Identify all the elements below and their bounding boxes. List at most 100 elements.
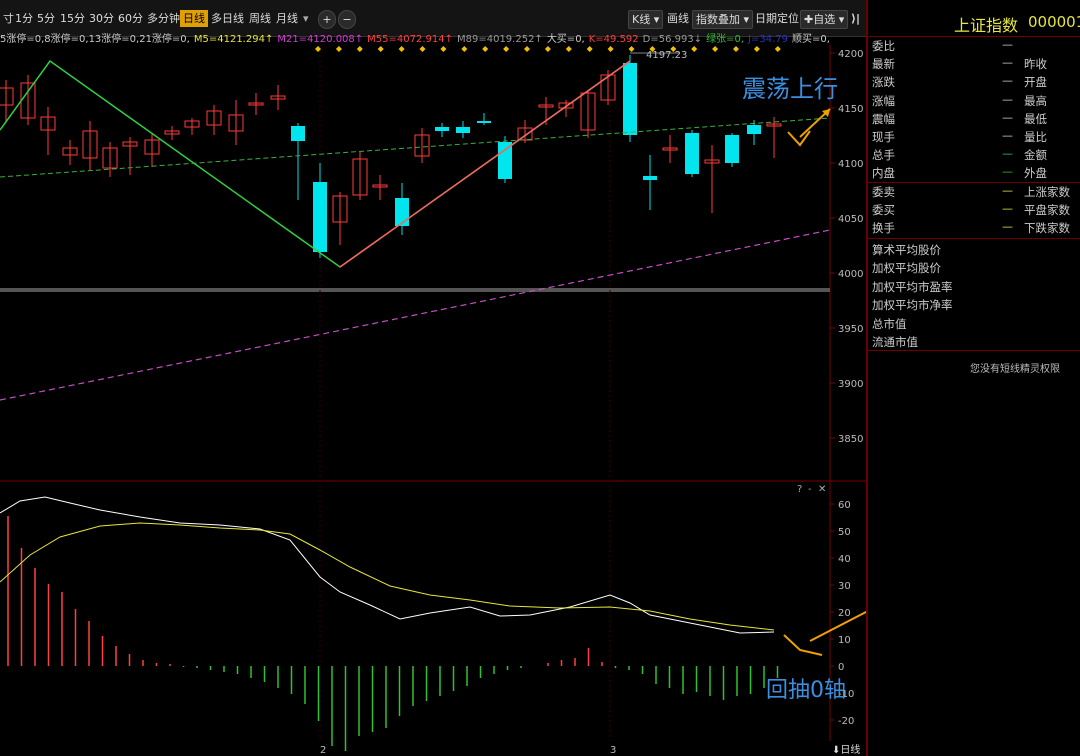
kline-menu-button[interactable]: K线 ▾ [628,10,664,29]
period-1min[interactable]: 1分 [12,10,36,27]
arrow-icon [783,610,866,656]
indicator-value: 5涨停=0,8涨停=0,13涨停=0,21涨停=0, [0,34,190,45]
candle-body [643,176,657,180]
chevron-down-icon[interactable]: ▾ [300,10,312,27]
period-multi-day[interactable]: 多日线 [208,10,247,27]
dea-line [0,522,775,631]
quote-label: 委比 [872,39,895,53]
signal-diamond [565,46,572,52]
period-5min[interactable]: 5分 [34,10,58,27]
signal-diamond [524,46,530,52]
bottom-period-label[interactable]: ⬇日线 [832,743,860,756]
market-stat-label: 总市值 [872,316,907,331]
arrow-icon [787,108,831,147]
zigzag-up-line [339,60,631,268]
period-daily[interactable]: 日线 [180,10,208,27]
zoom-in-button[interactable]: + [318,10,336,29]
quote-label: 平盘家数 [1024,203,1070,218]
period-monthly[interactable]: 月线 [273,10,301,27]
index-overlay-label: 指数叠加 [696,13,740,26]
indicator-value: 大买=0, [546,34,585,45]
quote-label: 最新 [872,57,895,72]
price-tick: 4100 [838,159,863,170]
signal-diamond [774,46,781,52]
indicator-value: 顺买=0, [792,34,830,45]
expand-panel-icon[interactable]: ⟩| [848,10,863,27]
quote-value: — [1002,129,1013,142]
quote-label: 下跌家数 [1024,221,1070,236]
panel-separator [868,182,1080,183]
price-axis: 4200 4150 4100 4050 4000 3950 3900 3850 [830,49,863,445]
watchlist-button[interactable]: ✚自选 ▾ [800,10,849,29]
period-multi-min[interactable]: 多分钟 [144,10,183,27]
trend-lines [0,52,831,401]
market-stat-label: 加权平均股价 [872,261,941,276]
quote-value: — [1002,147,1013,161]
candle-body [477,121,491,123]
macd-tick: 60 [838,500,851,511]
candle-body [685,133,699,174]
quote-label: 委卖 [872,185,895,199]
candle-body [623,63,637,135]
quote-label: 金额 [1024,148,1047,163]
quote-value: — [1002,202,1013,216]
index-code: 000001 [1028,13,1080,31]
signal-markers [315,46,781,52]
quote-label: 震幅 [872,111,895,126]
market-stat-label: 加权平均市盈率 [872,279,953,294]
price-tick: 4000 [838,269,863,280]
indicator-value: J=34.79 [748,34,789,45]
chevron-down-icon: ▾ [743,13,750,26]
close-icon[interactable]: ✕ [818,484,826,495]
panel-separator [868,350,1080,351]
annotation-rising: 震荡上行 [742,75,838,103]
quote-label: 总手 [872,148,895,163]
watchlist-label: ✚自选 [804,13,836,26]
macd-tick: 10 [838,635,851,646]
price-tick: 3950 [838,324,863,335]
signal-diamond [482,46,489,52]
indicator-value: M5=4121.294↑ [193,34,274,45]
macd-tick: 40 [838,554,851,565]
quote-label: 最高 [1024,93,1047,108]
signal-diamond [419,46,426,52]
macd-tick: 50 [838,527,851,538]
chart-canvas[interactable]: 4197.23 42004150410040504000395039003850… [0,45,866,756]
index-overlay-button[interactable]: 指数叠加 ▾ [692,10,754,29]
indicator-value: M55=4072.914↑ [367,34,453,45]
candlesticks [0,55,782,258]
signal-diamond [607,46,614,52]
date-locate-button[interactable]: 日期定位 [752,10,802,27]
minimize-icon[interactable]: - [808,484,812,495]
draw-button[interactable]: 画线 [664,10,692,27]
quote-panel: 上证指数 000001 委比 — 最新 — 昨收 涨跌 — 开盘 涨幅 — 最高 震幅 — 最低 现手 — 量比… [866,0,1080,756]
market-stat-label: 算术平均股价 [872,243,941,257]
index-name: 上证指数 [954,16,1019,35]
indicator-value: M89=4019.252↑ [456,34,543,45]
market-stat-label: 流通市值 [872,335,918,349]
zoom-out-button[interactable]: − [338,10,356,29]
price-tick: 3850 [838,434,863,445]
quote-value: — [1002,74,1013,88]
signal-diamond [753,46,760,52]
period-15min[interactable]: 15分 [57,10,88,27]
macd-histogram [7,516,779,751]
candle-body [291,126,305,141]
help-icon[interactable]: ? [797,484,802,495]
period-60min[interactable]: 60分 [115,10,146,27]
signal-diamond [440,46,447,52]
indicator-value: 绿张=0, [706,34,745,45]
price-tick: 3900 [838,379,863,390]
price-tick: 4200 [838,49,863,60]
period-weekly[interactable]: 周线 [246,10,274,27]
quote-value: — [1002,184,1013,197]
quote-label: 开盘 [1024,75,1047,90]
chevron-down-icon: ▾ [838,13,845,26]
period-30min[interactable]: 30分 [86,10,117,27]
macd-tick: 20 [838,608,851,619]
quote-label: 涨幅 [872,93,895,108]
candle-body [498,142,512,179]
signal-diamond [335,46,342,52]
signal-diamond [377,46,384,52]
signal-diamond [628,46,635,52]
